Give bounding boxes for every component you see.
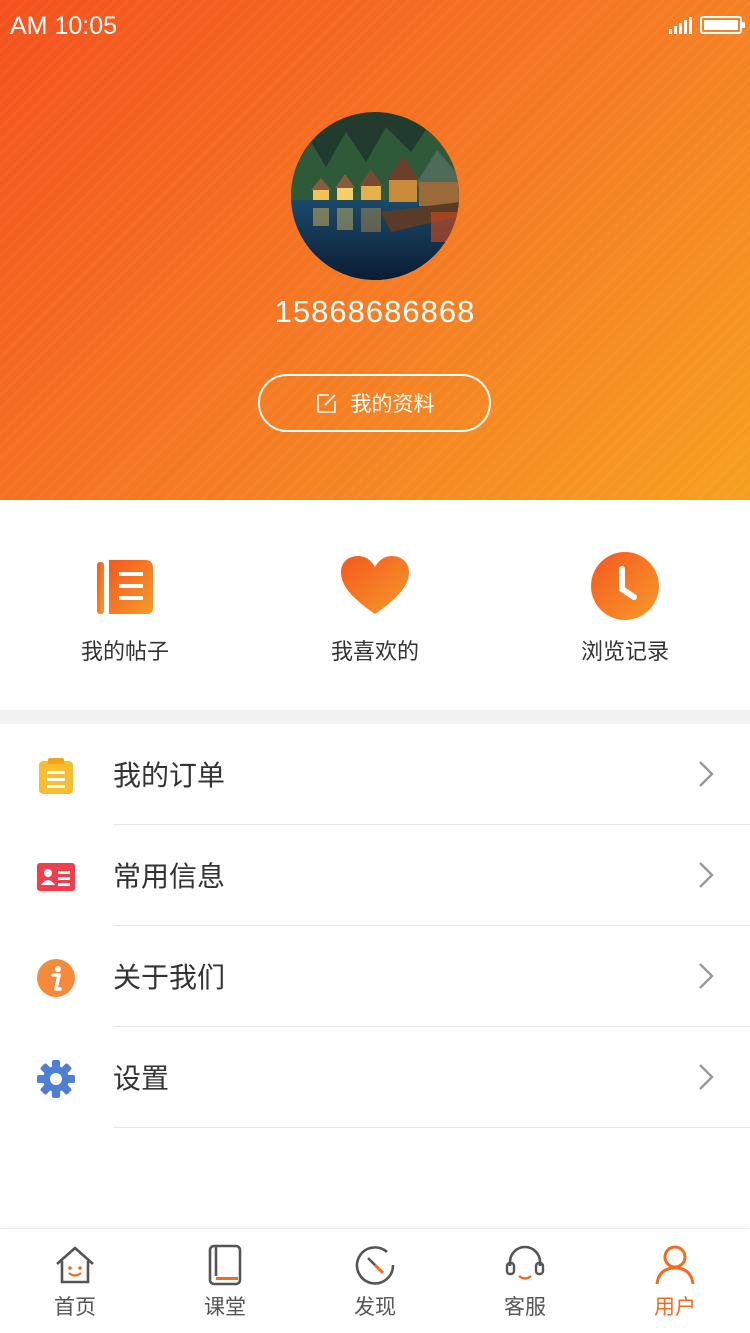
compass-icon: [353, 1243, 397, 1287]
edit-icon: [316, 394, 336, 413]
clock-icon: [589, 550, 661, 622]
tab-home-label: 首页: [54, 1295, 96, 1319]
section-divider: [0, 710, 750, 724]
tab-classroom-label: 课堂: [204, 1295, 246, 1319]
bottom-tab-bar: 首页 课堂 发现 客服 用户: [0, 1228, 750, 1333]
menu-item-about[interactable]: 关于我们: [0, 926, 750, 1027]
chevron-right-icon: [699, 1064, 714, 1090]
menu-item-about-label: 关于我们: [113, 961, 226, 994]
my-profile-button[interactable]: 我的资料: [258, 374, 491, 432]
tab-support-label: 客服: [504, 1295, 546, 1319]
headset-icon: [503, 1243, 547, 1287]
avatar[interactable]: [291, 112, 459, 280]
tab-discover-label: 发现: [354, 1295, 396, 1319]
tab-discover[interactable]: 发现: [300, 1229, 450, 1333]
status-time: AM 10:05: [10, 12, 118, 40]
user-icon: [653, 1243, 697, 1287]
chevron-right-icon: [699, 862, 714, 888]
tab-user-label: 用户: [654, 1295, 696, 1319]
quick-item-history[interactable]: 浏览记录: [500, 500, 750, 710]
menu-item-common-info-label: 常用信息: [113, 860, 226, 893]
posts-icon: [89, 550, 161, 622]
quick-item-likes-label: 我喜欢的: [330, 640, 419, 665]
clipboard-icon: [36, 756, 76, 796]
quick-item-likes[interactable]: 我喜欢的: [250, 500, 500, 710]
profile-header: AM 10:05 15868686868 我的资料: [0, 0, 750, 500]
tab-support[interactable]: 客服: [450, 1229, 600, 1333]
row-divider: [113, 1127, 750, 1128]
info-icon: [36, 958, 76, 998]
book-icon: [203, 1243, 247, 1287]
user-phone: 15868686868: [274, 294, 476, 329]
tab-classroom[interactable]: 课堂: [150, 1229, 300, 1333]
tab-user[interactable]: 用户: [600, 1229, 750, 1333]
id-card-icon: [36, 857, 76, 897]
signal-icon: [669, 16, 692, 34]
quick-item-posts-label: 我的帖子: [80, 640, 169, 665]
tab-home[interactable]: 首页: [0, 1229, 150, 1333]
gear-icon: [36, 1059, 76, 1099]
menu-item-orders[interactable]: 我的订单: [0, 724, 750, 825]
chevron-right-icon: [699, 761, 714, 787]
home-icon: [53, 1243, 97, 1287]
status-indicators: [669, 16, 745, 34]
my-profile-label: 我的资料: [350, 392, 435, 416]
menu-item-settings-label: 设置: [113, 1062, 170, 1095]
quick-item-history-label: 浏览记录: [580, 640, 669, 665]
menu-item-common-info[interactable]: 常用信息: [0, 825, 750, 926]
menu-item-orders-label: 我的订单: [113, 759, 226, 792]
battery-icon: [700, 16, 745, 34]
menu-list: 我的订单 常用信息 关于我们 设置: [0, 724, 750, 1128]
quick-actions: 我的帖子 我喜欢的 浏览记录: [0, 500, 750, 710]
chevron-right-icon: [699, 963, 714, 989]
menu-item-settings[interactable]: 设置: [0, 1027, 750, 1128]
quick-item-posts[interactable]: 我的帖子: [0, 500, 250, 710]
heart-icon: [339, 550, 411, 622]
